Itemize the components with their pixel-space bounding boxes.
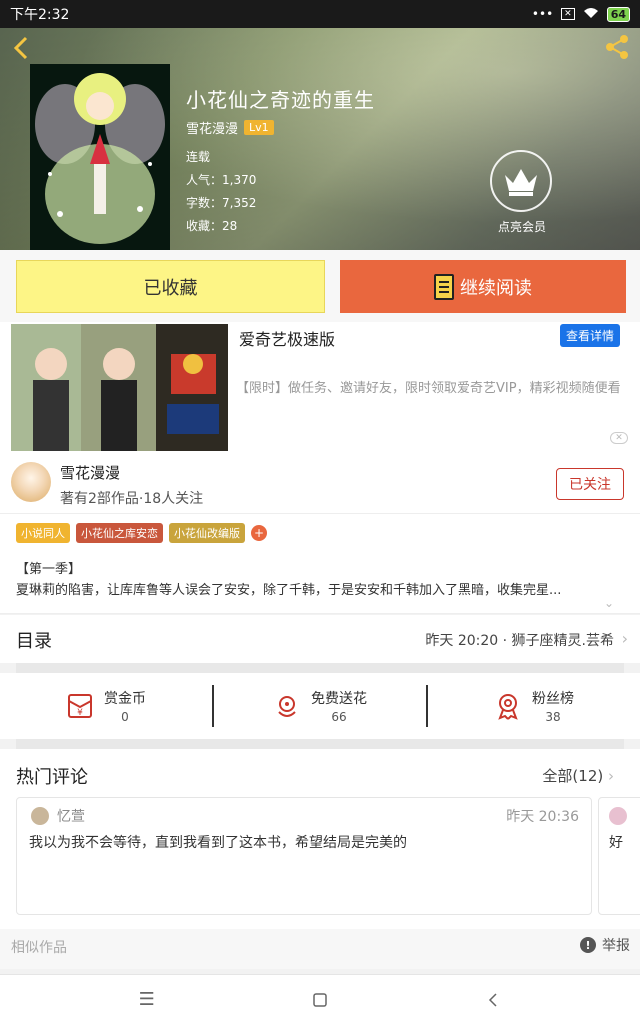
share-icon [606,35,628,59]
book-header: 小花仙之奇迹的重生 雪花漫漫 Lv1 连载 人气：1,370 字数：7,352 … [0,28,640,250]
chevron-right-icon: › [608,767,614,785]
ad-detail-button[interactable]: 查看详情 [559,324,620,347]
action-bar: 已收藏 继续阅读 [0,250,640,322]
reward-label: 粉丝榜 [532,691,574,707]
comment-text: 我以为我不会等待，直到我看到了这本书，希望结局是完美的 [29,835,407,851]
back-icon[interactable] [473,980,513,1020]
comment-avatar [609,807,627,825]
favorited-button[interactable]: 已收藏 [16,260,325,313]
ad-title: 爱奇艺极速版 [239,330,336,349]
section-divider [16,739,624,749]
back-arrow-icon [13,36,28,60]
comment-user[interactable]: 忆萱 [57,806,85,826]
system-nav-bar: ☰ [0,974,640,1024]
book-popularity: 人气：1,370 [186,173,257,187]
author-avatar[interactable] [11,462,51,502]
tag-list: 小说同人 小花仙之库安恋 小花仙改编版 + [0,514,640,552]
ad-description: 【限时】做任务、邀请好友，限时领取爱奇艺VIP，精彩视频随便看 [236,381,621,396]
comment-card[interactable]: 忆萱 昨天 20:36 我以为我不会等待，直到我看到了这本书，希望结局是完美的 [16,797,592,915]
tag[interactable]: 小说同人 [16,523,70,543]
report-button[interactable]: ! 举报 [580,935,630,955]
section-divider [16,663,624,673]
status-icons: ••• ✕ 64 [531,6,630,22]
status-bar: 下午2:32 ••• ✕ 64 [0,0,640,28]
author-section: 雪花漫漫 著有2部作品·18人关注 已关注 [0,454,640,514]
more-dots-icon: ••• [531,7,554,21]
expand-chevron-icon[interactable]: ⌄ [604,596,614,610]
comment-avatar [31,807,49,825]
ad-banner[interactable]: 爱奇艺极速版 查看详情 【限时】做任务、邀请好友，限时领取爱奇艺VIP，精彩视频… [0,322,640,454]
svg-text:¥: ¥ [77,708,83,718]
book-status: 连载 [186,150,211,164]
reward-label: 赏金币 [104,691,146,707]
battery-icon: 64 [606,6,630,22]
hot-comments-section: 热门评论 全部(12) › 忆萱 昨天 20:36 我以为我不会等待，直到我看到… [0,749,640,929]
add-tag-button[interactable]: + [251,525,267,541]
similar-works-row: 相似作品 ! 举报 [0,929,640,969]
tag[interactable]: 小花仙之库安恋 [76,523,163,543]
red-envelope-icon: ¥ [68,694,92,718]
continue-reading-label: 继续阅读 [460,277,532,299]
catalog-row[interactable]: 目录 昨天 20:20 · 狮子座精灵.芸希 › [0,615,640,663]
author-stats: 著有2部作品·18人关注 [60,491,204,507]
book-meta: 连载 人气：1,370 字数：7,352 收藏：28 [186,146,256,238]
intro-season: 【第一季】 [16,562,82,577]
book-author[interactable]: 雪花漫漫 [186,118,238,137]
continue-reading-button[interactable]: 继续阅读 [340,260,626,313]
chevron-right-icon: › [621,629,628,648]
follow-button[interactable]: 已关注 [556,468,624,500]
book-icon [434,273,454,300]
share-button[interactable] [602,32,632,62]
reward-bar: ¥ 赏金币 0 免费送花 66 粉丝榜 38 [0,673,640,739]
medal-icon [498,694,518,720]
menu-icon[interactable]: ☰ [127,980,167,1020]
book-title: 小花仙之奇迹的重生 [186,88,375,112]
back-button[interactable] [10,34,38,62]
book-word-count: 字数：7,352 [186,196,257,210]
intro-text: 夏琳莉的陷害，让库库鲁等人误会了安安，除了千韩，于是安安和千韩加入了黑暗，收集完… [16,583,562,598]
comment-time: 昨天 20:36 [506,809,579,825]
book-favorites: 收藏：28 [186,219,238,233]
ad-close-icon[interactable]: ✕ [610,432,628,444]
ad-image [11,324,228,451]
similar-works-label: 相似作品 [11,940,67,956]
tag[interactable]: 小花仙改编版 [169,523,245,543]
author-level-badge: Lv1 [244,120,274,135]
catalog-latest-chapter: 昨天 20:20 · 狮子座精灵.芸希 [425,633,614,649]
catalog-title: 目录 [16,631,52,652]
reward-count: 38 [545,710,561,724]
author-name[interactable]: 雪花漫漫 [60,462,120,483]
book-cover[interactable] [30,64,170,250]
reward-count: 66 [331,710,347,724]
status-time: 下午2:32 [10,7,70,23]
flower-icon [278,696,296,717]
crown-icon [490,150,552,212]
comment-card[interactable]: 好 [598,797,640,915]
vip-button[interactable]: 点亮会员 [490,150,554,235]
all-comments-link[interactable]: 全部(12) › [542,765,614,786]
home-icon[interactable] [300,980,340,1020]
comments-title: 热门评论 [16,767,88,788]
reward-fans-button[interactable]: 粉丝榜 38 [426,685,640,727]
cover-illustration [30,64,170,250]
book-intro[interactable]: 【第一季】 夏琳莉的陷害，让库库鲁等人误会了安安，除了千韩，于是安安和千韩加入了… [0,552,640,614]
alert-icon: ! [580,937,596,953]
reward-label: 免费送花 [311,691,367,707]
reward-flower-button[interactable]: 免费送花 66 [212,685,426,727]
book-author-line: 雪花漫漫 Lv1 [186,118,274,137]
reward-count: 0 [121,710,129,724]
reward-coins-button[interactable]: ¥ 赏金币 0 [0,673,212,739]
wifi-icon [583,7,599,22]
comment-text: 好 [609,835,623,851]
sim-icon: ✕ [561,8,575,20]
all-comments-label: 全部(12) [542,767,604,785]
vip-label: 点亮会员 [497,220,546,234]
report-label: 举报 [602,938,630,954]
